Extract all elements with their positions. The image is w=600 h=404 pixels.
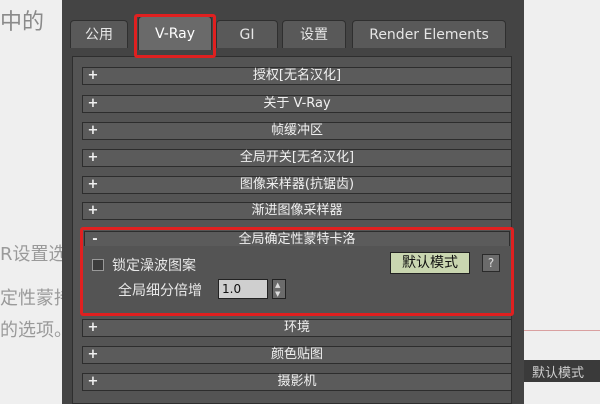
rollout-progressive-sampler[interactable]: + 渐进图像采样器 — [82, 202, 512, 220]
bg-text-top: 中的 — [0, 10, 45, 35]
right-background-strip: 默认模式 — [524, 360, 600, 382]
lock-noise-checkbox[interactable] — [92, 259, 104, 271]
tab-gi[interactable]: GI — [216, 20, 278, 48]
rollout-title: 授权[无名汉化] — [252, 68, 342, 83]
tab-common[interactable]: 公用 — [70, 20, 128, 48]
rollout-image-sampler[interactable]: + 图像采样器(抗锯齿) — [82, 176, 512, 194]
tab-render-elements[interactable]: Render Elements — [352, 20, 506, 48]
rollout-title: 全局开关[无名汉化] — [239, 150, 355, 165]
rollout-camera[interactable]: + 摄影机 — [82, 373, 512, 391]
rollout-environment[interactable]: + 环境 — [82, 319, 512, 337]
bg-text-line1: R设置选 — [0, 244, 67, 265]
bg-divider — [524, 330, 600, 331]
global-subdiv-label: 全局细分倍增 — [118, 283, 202, 299]
help-button[interactable]: ? — [482, 254, 500, 272]
tab-bar: 公用 V-Ray GI 设置 Render Elements — [62, 0, 524, 50]
rollout-frame-buffer[interactable]: + 帧缓冲区 — [82, 122, 512, 140]
default-mode-button[interactable]: 默认模式 — [390, 252, 470, 274]
tab-vray[interactable]: V-Ray — [138, 16, 212, 50]
rollout-title: 环境 — [283, 320, 310, 335]
rollout-about-vray[interactable]: + 关于 V-Ray — [82, 95, 512, 113]
rollout-title: 渐进图像采样器 — [251, 203, 343, 218]
spinner-up-icon: ▲ — [275, 281, 281, 289]
rollout-title: 关于 V-Ray — [263, 96, 331, 111]
rollout-title: 图像采样器(抗锯齿) — [239, 177, 355, 192]
rollout-title: 颜色贴图 — [270, 347, 323, 362]
global-subdiv-input[interactable]: 1.0 — [218, 279, 268, 299]
rollout-title: 帧缓冲区 — [270, 123, 323, 138]
rollout-authorization[interactable]: + 授权[无名汉化] — [82, 67, 512, 85]
tab-settings[interactable]: 设置 — [282, 20, 346, 48]
rollout-global-switches[interactable]: + 全局开关[无名汉化] — [82, 149, 512, 167]
rollout-color-mapping[interactable]: + 颜色贴图 — [82, 346, 512, 364]
spinner-down-icon: ▼ — [275, 290, 281, 298]
lock-noise-label: 锁定澡波图案 — [112, 258, 196, 274]
right-strip-text: 默认模式 — [532, 366, 585, 381]
rollout-title: 摄影机 — [277, 374, 317, 389]
spinner-arrows[interactable]: ▲ ▼ — [272, 279, 286, 299]
